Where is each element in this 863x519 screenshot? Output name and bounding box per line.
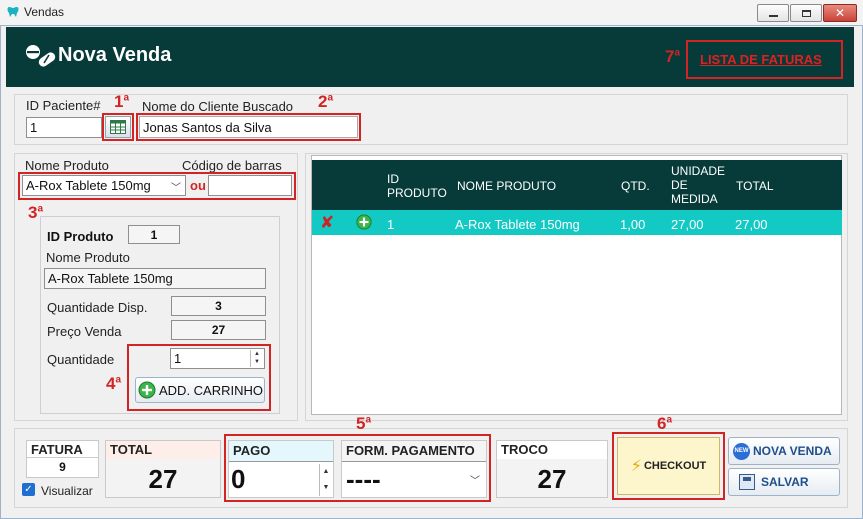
salvar-button[interactable]: SALVAR [728, 468, 840, 496]
forma-pagamento-select[interactable]: ---- ﹀ [342, 461, 486, 497]
cell-id: 1 [387, 217, 395, 232]
stepper-buttons[interactable]: ▲ ▼ [250, 350, 263, 367]
quantidade-label: Quantidade [47, 352, 115, 367]
produto-select-value: A-Rox Tablete 150mg [26, 178, 151, 193]
annotation-4: 4a [106, 374, 122, 393]
close-icon: ✕ [834, 6, 846, 20]
total-label: TOTAL [110, 442, 153, 457]
quantidade-value: 1 [174, 351, 182, 366]
id-produto-value: 1 [128, 225, 180, 244]
produto-select[interactable]: A-Rox Tablete 150mg ﹀ [22, 175, 186, 196]
cell-qtd: 1,00 [620, 217, 646, 232]
tooth-app-icon [7, 7, 19, 17]
chevron-down-icon: ﹀ [470, 476, 480, 487]
annotation-2: 2a [318, 92, 334, 111]
window-title: Vendas [24, 5, 65, 19]
annotation-5: 5a [356, 414, 372, 433]
col-nome-produto: NOME PRODUTO [457, 179, 557, 193]
maximize-icon [801, 9, 811, 17]
plus-circle-icon [138, 381, 156, 399]
add-carrinho-label: ADD. CARRINHO [159, 382, 264, 398]
col-total: TOTAL [736, 179, 774, 193]
lista-faturas-link[interactable]: LISTA DE FATURAS [700, 52, 822, 67]
add-carrinho-button[interactable]: ADD. CARRINHO [135, 377, 265, 403]
fatura-label: FATURA [31, 442, 83, 457]
annotation-1: 1a [114, 92, 130, 111]
quantidade-stepper[interactable]: 1 ▲ ▼ [170, 348, 265, 369]
cell-nome: A-Rox Tablete 150mg [455, 217, 580, 232]
annotation-7: 7a [665, 47, 681, 66]
codigo-barras-label: Código de barras [182, 158, 282, 173]
visualizar-checkbox[interactable]: ✓ [22, 483, 35, 496]
nome-cliente-label: Nome do Cliente Buscado [142, 99, 294, 114]
visualizar-label: Visualizar [41, 484, 93, 498]
quantidade-disp-value: 3 [171, 296, 266, 316]
buscar-paciente-button[interactable] [105, 116, 131, 138]
minimize-button[interactable] [757, 4, 789, 22]
delete-x-icon[interactable]: ✘ [320, 214, 334, 231]
preco-venda-label: Preço Venda [47, 324, 122, 339]
close-button[interactable]: ✕ [823, 4, 857, 22]
col-qtd: QTD. [621, 179, 650, 193]
plus-circle-icon[interactable] [356, 214, 372, 230]
nome-produto-detalhe-value: A-Rox Tablete 150mg [44, 268, 266, 289]
minimize-icon [768, 15, 778, 17]
troco-value: 27 [537, 464, 567, 494]
checkout-button[interactable]: ⚡ CHECKOUT [617, 437, 720, 495]
total-value: 27 [148, 464, 178, 494]
pago-label: PAGO [233, 443, 271, 458]
col-unidade-medida: UNIDADE DE MEDIDA [671, 164, 726, 206]
id-paciente-input[interactable]: 1 [26, 117, 102, 138]
window-titlebar [0, 0, 863, 25]
pago-stepper-buttons[interactable]: ▲ ▼ [319, 464, 332, 496]
nome-produto-label: Nome Produto [25, 158, 109, 173]
cell-total: 27,00 [735, 217, 768, 232]
annotation-6: 6a [657, 414, 673, 433]
col-id-produto: ID PRODUTO [387, 172, 447, 200]
forma-pagamento-value: ---- [346, 464, 381, 494]
pago-input[interactable]: 0 ▲ ▼ [229, 461, 333, 497]
new-badge-icon: NEW [733, 442, 750, 460]
pills-icon [26, 45, 56, 67]
nome-cliente-field[interactable]: Jonas Santos da Silva [139, 116, 358, 138]
table-grid-icon [110, 120, 126, 134]
pago-value: 0 [231, 464, 246, 494]
id-paciente-label: ID Paciente# [26, 98, 101, 113]
troco-label: TROCO [501, 442, 548, 457]
fatura-value: 9 [27, 457, 98, 477]
checkout-label: CHECKOUT [643, 460, 707, 472]
lightning-icon: ⚡ [630, 458, 642, 475]
salvar-label: SALVAR [761, 475, 809, 489]
preco-venda-value: 27 [171, 320, 266, 340]
nome-produto-detalhe-label: Nome Produto [46, 250, 130, 265]
chevron-down-icon: ﹀ [171, 183, 181, 194]
nova-venda-label: NOVA VENDA [753, 444, 832, 458]
save-icon [739, 474, 755, 490]
nova-venda-button[interactable]: NEW NOVA VENDA [728, 437, 840, 465]
page-title: Nova Venda [58, 44, 172, 66]
codigo-barras-input[interactable] [208, 175, 292, 196]
cell-unidade: 27,00 [671, 217, 704, 232]
forma-pagamento-label: FORM. PAGAMENTO [346, 443, 475, 458]
maximize-button[interactable] [790, 4, 822, 22]
id-produto-label: ID Produto [47, 229, 114, 244]
quantidade-disp-label: Quantidade Disp. [47, 300, 148, 315]
ou-label: ou [190, 178, 206, 193]
